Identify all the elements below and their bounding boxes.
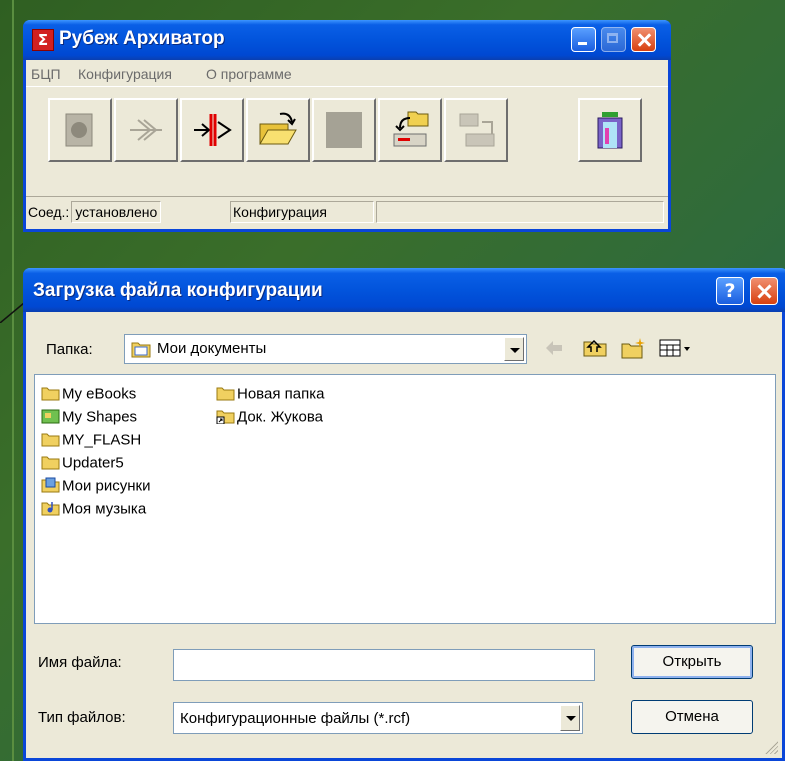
filetype-label: Тип файлов: <box>38 709 126 726</box>
blank-button[interactable] <box>312 98 376 162</box>
list-item[interactable]: MY_FLASH <box>41 431 141 453</box>
connect-button[interactable] <box>48 98 112 162</box>
folder-icon <box>41 456 60 470</box>
filter-icon <box>130 119 162 141</box>
resize-grip[interactable] <box>764 740 778 754</box>
my-documents-icon <box>131 342 151 358</box>
open-folder-icon <box>259 112 297 145</box>
disconnect-icon <box>194 114 232 146</box>
maximize-button <box>601 27 626 52</box>
folder-label: Папка: <box>46 341 93 358</box>
new-folder-icon[interactable] <box>620 336 648 360</box>
upload-button[interactable] <box>378 98 442 162</box>
dialog-titlebar[interactable]: Загрузка файла конфигурации ? <box>23 268 785 312</box>
filetype-dropdown-arrow[interactable] <box>560 705 580 731</box>
folder-icon <box>216 387 235 401</box>
shortcut-folder-icon <box>216 410 235 425</box>
connect-icon <box>65 113 93 147</box>
view-menu-icon[interactable] <box>658 336 694 360</box>
folder-value: Мои документы <box>157 340 267 357</box>
list-item[interactable]: Мои рисунки <box>41 477 151 499</box>
filename-input[interactable] <box>173 649 595 681</box>
music-folder-icon <box>41 502 60 516</box>
folder-icon <box>41 387 60 401</box>
up-folder-icon[interactable] <box>582 336 608 360</box>
folder-dropdown-arrow[interactable] <box>504 337 524 361</box>
menu-about[interactable]: О программе <box>206 66 292 82</box>
app-icon[interactable]: Σ <box>32 29 54 51</box>
help-button[interactable]: ? <box>716 277 744 305</box>
list-item[interactable]: My eBooks <box>41 385 136 407</box>
menu-bcp[interactable]: БЦП <box>31 66 61 82</box>
open-button-dialog[interactable]: Открыть <box>631 645 753 679</box>
disconnect-button[interactable] <box>180 98 244 162</box>
folder-combo[interactable]: Мои документы <box>124 334 527 364</box>
status-mode: Конфигурация <box>230 201 374 223</box>
download-icon <box>459 113 495 147</box>
status-connection: установлено <box>71 201 162 223</box>
archiver-title: Рубеж Архиватор <box>59 28 225 49</box>
statusbar: Соед.: установлено Конфигурация <box>26 196 668 225</box>
filename-label: Имя файла: <box>38 654 122 671</box>
filter-button[interactable] <box>114 98 178 162</box>
open-button[interactable] <box>246 98 310 162</box>
list-item[interactable]: Новая папка <box>216 385 324 407</box>
minimize-button[interactable] <box>571 27 596 52</box>
blank-icon <box>326 112 362 148</box>
dialog-close-button[interactable] <box>750 277 778 305</box>
filetype-value: Конфигурационные файлы (*.rcf) <box>180 710 411 727</box>
archiver-window: Σ Рубеж Архиватор БЦП Конфигурация О про… <box>23 20 671 232</box>
filetype-combo[interactable]: Конфигурационные файлы (*.rcf) <box>173 702 583 734</box>
download-button[interactable] <box>444 98 508 162</box>
pictures-folder-icon <box>41 477 60 493</box>
callout-line <box>0 302 24 323</box>
close-button[interactable] <box>631 27 656 52</box>
archiver-titlebar[interactable]: Σ Рубеж Архиватор <box>23 20 671 60</box>
file-list[interactable]: My eBooks My Shapes MY_FLASH Updater5 Мо… <box>34 374 776 624</box>
list-item[interactable]: Моя музыка <box>41 500 146 522</box>
menu-configuration[interactable]: Конфигурация <box>78 66 172 82</box>
shapes-folder-icon <box>41 409 60 424</box>
dialog-title: Загрузка файла конфигурации <box>33 280 323 301</box>
back-arrow-icon[interactable] <box>543 336 565 360</box>
exit-button[interactable] <box>578 98 642 162</box>
status-label: Соед.: <box>28 204 70 220</box>
load-config-dialog: Загрузка файла конфигурации ? Папка: Мои… <box>23 268 785 761</box>
toolbar <box>26 92 668 192</box>
status-extra <box>376 201 664 223</box>
list-item[interactable]: Updater5 <box>41 454 124 476</box>
exit-icon <box>597 112 623 149</box>
list-item[interactable]: My Shapes <box>41 408 137 430</box>
folder-icon <box>41 433 60 447</box>
cancel-button[interactable]: Отмена <box>631 700 753 734</box>
list-item[interactable]: Док. Жукова <box>216 408 323 430</box>
menubar: БЦП Конфигурация О программе <box>26 64 668 87</box>
upload-icon <box>393 111 429 147</box>
